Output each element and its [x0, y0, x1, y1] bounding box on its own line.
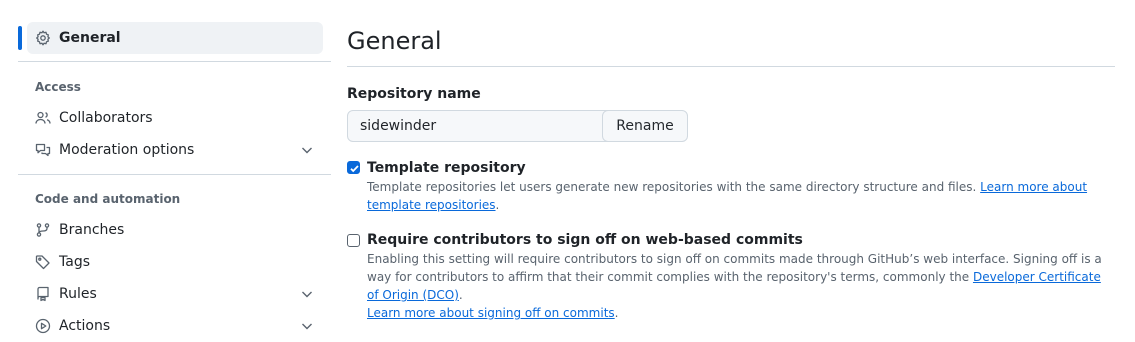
sidebar-item-label: Collaborators	[59, 110, 153, 126]
repository-name-input[interactable]	[347, 110, 621, 142]
require-signoff-title[interactable]: Require contributors to sign off on web-…	[367, 230, 803, 250]
template-repository-description: Template repositories let users generate…	[367, 178, 1107, 214]
sidebar-item-tags[interactable]: Tags	[27, 246, 323, 278]
repository-name-label: Repository name	[347, 86, 481, 102]
sidebar-item-moderation-options[interactable]: Moderation options	[27, 134, 323, 166]
tag-icon	[35, 254, 51, 270]
sidebar-item-label: Rules	[59, 286, 97, 302]
sidebar-item-label: General	[59, 30, 121, 46]
sidebar-item-label: Actions	[59, 318, 111, 334]
chevron-down-icon[interactable]	[299, 286, 315, 302]
settings-main: General Repository name Rename Template …	[347, 0, 1115, 327]
sidebar-item-label: Branches	[59, 222, 125, 238]
trailing-punct: .	[495, 198, 500, 212]
trailing-punct: .	[614, 306, 619, 320]
require-signoff-checkbox[interactable]	[347, 234, 360, 247]
template-repository-checkbox[interactable]	[347, 161, 360, 174]
trailing-punct: .	[458, 288, 463, 302]
page-title: General	[347, 27, 442, 55]
settings-sidebar: General Access Collaborators Moderation …	[0, 0, 340, 334]
play-icon	[35, 318, 51, 334]
title-divider	[347, 66, 1115, 67]
sidebar-item-rules[interactable]: Rules	[27, 278, 323, 310]
section-header-access: Access	[35, 80, 81, 94]
sidebar-divider	[18, 174, 331, 175]
active-indicator	[18, 26, 22, 50]
git-branch-icon	[35, 222, 51, 238]
template-repository-title[interactable]: Template repository	[367, 158, 526, 178]
sidebar-item-label: Tags	[59, 254, 90, 270]
chevron-down-icon[interactable]	[299, 318, 315, 334]
learn-more-signoff-link[interactable]: Learn more about signing off on commits	[367, 306, 615, 320]
check-icon	[350, 165, 359, 173]
sidebar-item-branches[interactable]: Branches	[27, 214, 323, 246]
sidebar-item-general[interactable]: General	[27, 22, 323, 54]
require-signoff-description: Enabling this setting will require contr…	[367, 250, 1107, 322]
sidebar-item-actions[interactable]: Actions	[27, 310, 323, 342]
sidebar-divider	[18, 61, 331, 62]
sidebar-item-label: Moderation options	[59, 142, 195, 158]
repo-push-icon	[35, 286, 51, 302]
section-header-code-and-automation: Code and automation	[35, 192, 181, 206]
description-text: Template repositories let users generate…	[367, 180, 977, 194]
chevron-down-icon[interactable]	[299, 142, 315, 158]
gear-icon	[35, 30, 51, 46]
people-icon	[35, 110, 51, 126]
sidebar-item-collaborators[interactable]: Collaborators	[27, 102, 323, 134]
comment-discussion-icon	[35, 142, 51, 158]
rename-button[interactable]: Rename	[602, 110, 688, 142]
